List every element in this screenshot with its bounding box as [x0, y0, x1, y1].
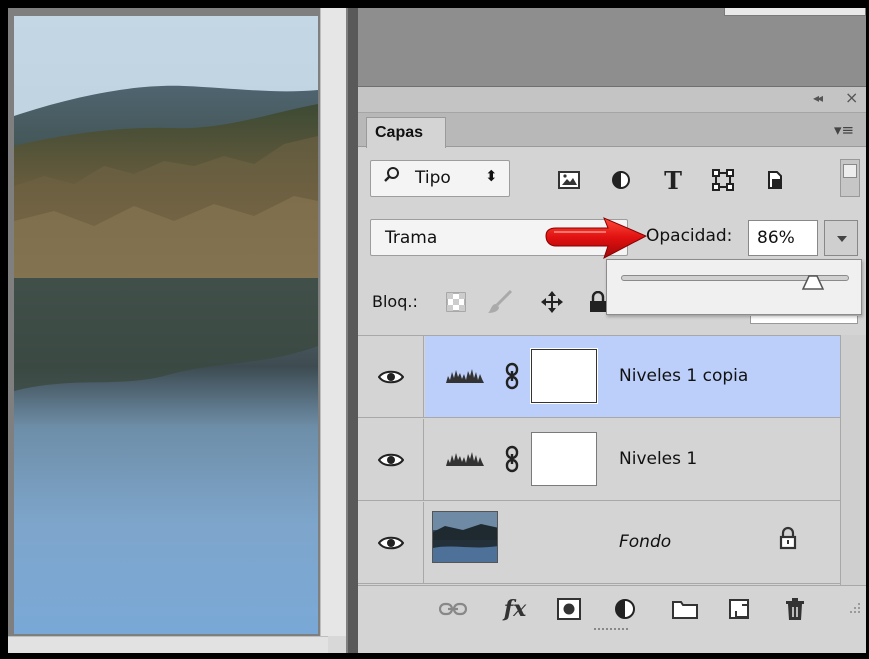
- panel-dock: ◂◂ × Capas ▾≡ Tipo ⬍ T Trama Opacidad: 8…: [358, 8, 866, 653]
- layer-list-scrollbar[interactable]: [840, 335, 866, 585]
- visibility-toggle[interactable]: [358, 419, 424, 500]
- layer-content[interactable]: Niveles 1 copia: [425, 336, 840, 417]
- levels-adjustment-icon[interactable]: [445, 449, 485, 471]
- collapse-panel-icon[interactable]: ◂◂: [813, 91, 823, 105]
- layer-content[interactable]: Fondo: [425, 502, 840, 583]
- panel-divider[interactable]: [348, 8, 358, 653]
- chevron-down-icon: [837, 236, 847, 242]
- pixel-layer-filter-icon[interactable]: [554, 167, 584, 193]
- type-layer-filter-icon[interactable]: T: [658, 166, 688, 195]
- adjustment-layer-filter-icon[interactable]: [606, 167, 636, 193]
- panel-menu-icon[interactable]: ▾≡: [834, 121, 854, 139]
- opacity-label: Opacidad:: [646, 226, 733, 246]
- filter-kind-label: Tipo: [415, 168, 451, 188]
- layer-mask-thumbnail[interactable]: [531, 432, 597, 486]
- layers-panel: ◂◂ × Capas ▾≡ Tipo ⬍ T Trama Opacidad: 8…: [358, 86, 866, 653]
- eye-icon: [377, 370, 404, 383]
- lock-transparent-pixels-icon[interactable]: [442, 288, 470, 316]
- layer-style-fx-icon[interactable]: fx: [500, 596, 530, 622]
- lock-position-icon[interactable]: [538, 288, 566, 316]
- eye-icon: [377, 453, 404, 466]
- tab-layers[interactable]: Capas: [366, 117, 446, 148]
- opacity-dropdown-button[interactable]: [824, 220, 858, 256]
- layers-toolbar: fx: [358, 585, 866, 643]
- layer-row-niveles-1-copia[interactable]: Niveles 1 copia: [358, 336, 840, 418]
- upper-panel-field[interactable]: [724, 8, 866, 16]
- search-icon: [383, 166, 401, 189]
- shape-layer-filter-icon[interactable]: [708, 167, 738, 193]
- layer-row-fondo[interactable]: Fondo: [358, 502, 840, 584]
- lock-label: Bloq.:: [372, 292, 418, 311]
- filter-toggle-switch[interactable]: [840, 159, 860, 197]
- link-icon[interactable]: [505, 362, 519, 394]
- layer-mask-thumbnail[interactable]: [530, 348, 598, 404]
- panel-titlebar[interactable]: ◂◂ ×: [358, 87, 866, 113]
- panel-resize-handle[interactable]: [594, 628, 628, 632]
- panel-tab-bar: Capas ▾≡: [358, 113, 866, 148]
- close-panel-icon[interactable]: ×: [845, 88, 858, 107]
- add-mask-icon[interactable]: [554, 596, 584, 622]
- document-canvas-area: [8, 8, 348, 653]
- layer-filter-select[interactable]: Tipo ⬍: [370, 160, 510, 197]
- visibility-toggle[interactable]: [358, 336, 424, 417]
- link-icon[interactable]: [505, 445, 519, 477]
- screenshot-frame: ◂◂ × Capas ▾≡ Tipo ⬍ T Trama Opacidad: 8…: [0, 0, 869, 659]
- opacity-slider-thumb[interactable]: [799, 273, 827, 291]
- lock-image-pixels-icon[interactable]: [486, 288, 514, 316]
- layer-name[interactable]: Niveles 1: [619, 449, 697, 469]
- new-adjustment-layer-icon[interactable]: [610, 596, 640, 622]
- blend-mode-label: Trama: [385, 228, 438, 248]
- levels-adjustment-icon[interactable]: [445, 366, 485, 388]
- opacity-slider-popup: [606, 259, 862, 315]
- new-layer-icon[interactable]: [724, 596, 754, 622]
- resize-grip-icon[interactable]: [846, 600, 862, 616]
- document-vertical-scrollbar[interactable]: [320, 8, 346, 636]
- resize-grip-icon[interactable]: [328, 636, 346, 653]
- eye-icon: [377, 536, 404, 549]
- layer-row-niveles-1[interactable]: Niveles 1: [358, 419, 840, 501]
- layer-image-thumbnail[interactable]: [432, 511, 498, 563]
- lock-icon[interactable]: [779, 526, 797, 554]
- trash-icon[interactable]: [780, 596, 810, 622]
- document-image[interactable]: [14, 16, 318, 634]
- layer-name[interactable]: Niveles 1 copia: [619, 366, 748, 386]
- opacity-input[interactable]: 86%: [748, 220, 818, 256]
- red-arrow-annotation-icon: [542, 214, 652, 262]
- document-horizontal-scrollbar[interactable]: [8, 636, 328, 653]
- fill-input[interactable]: [750, 316, 858, 324]
- layer-name[interactable]: Fondo: [619, 532, 671, 552]
- layer-list: Niveles 1 copia Niveles 1 Fondo: [358, 335, 840, 585]
- smart-object-filter-icon[interactable]: [760, 167, 790, 193]
- stepper-arrows-icon: ⬍: [485, 167, 498, 185]
- layer-content[interactable]: Niveles 1: [425, 419, 840, 500]
- visibility-toggle[interactable]: [358, 502, 424, 583]
- new-group-folder-icon[interactable]: [670, 596, 700, 622]
- link-layers-icon[interactable]: [438, 596, 468, 622]
